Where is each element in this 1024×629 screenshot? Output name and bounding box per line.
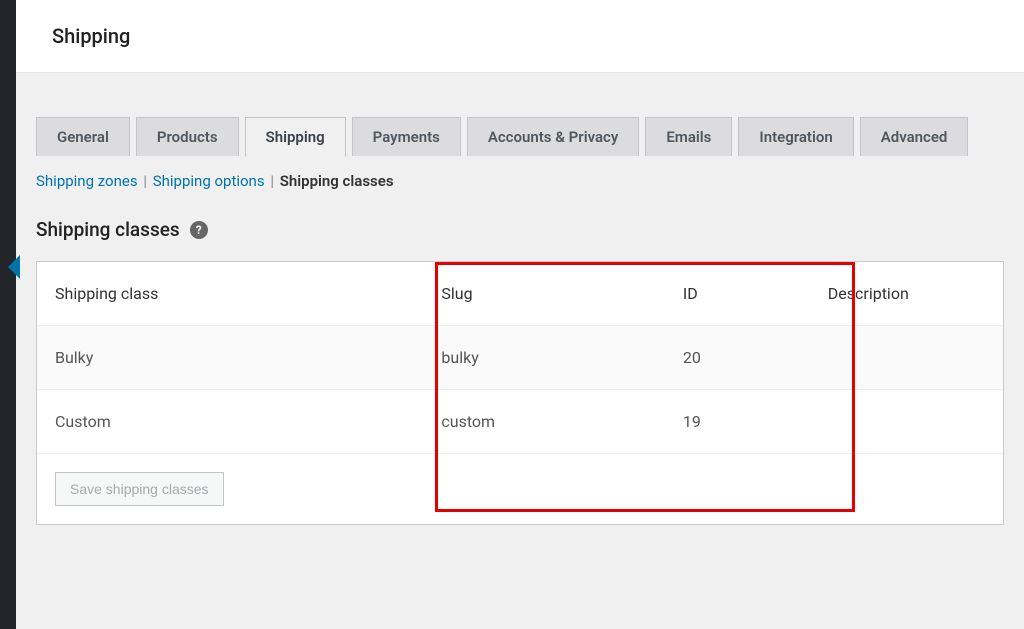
th-slug: Slug	[423, 262, 665, 326]
tab-accounts[interactable]: Accounts & Privacy	[467, 117, 640, 156]
cell-description	[810, 390, 1003, 454]
section-title: Shipping classes	[36, 218, 180, 241]
th-description: Description	[810, 262, 1003, 326]
tab-shipping[interactable]: Shipping	[245, 117, 346, 157]
cell-id: 20	[665, 326, 810, 390]
subtab-zones[interactable]: Shipping zones	[36, 172, 138, 190]
tab-integration[interactable]: Integration	[738, 117, 853, 156]
th-id: ID	[665, 262, 810, 326]
cell-class: Bulky	[37, 326, 423, 390]
cell-description	[810, 326, 1003, 390]
tab-payments[interactable]: Payments	[352, 117, 461, 156]
settings-tabs: General Products Shipping Payments Accou…	[36, 117, 1004, 156]
th-class: Shipping class	[37, 262, 423, 326]
subtab-options[interactable]: Shipping options	[153, 172, 265, 190]
tab-emails[interactable]: Emails	[645, 117, 732, 156]
shipping-classes-panel: Shipping class Slug ID Description Bulky…	[36, 261, 1004, 525]
cell-slug: custom	[423, 390, 665, 454]
table-row[interactable]: Bulky bulky 20	[37, 326, 1003, 390]
save-shipping-classes-button[interactable]: Save shipping classes	[55, 472, 224, 506]
subtab-separator: |	[270, 172, 277, 190]
shipping-classes-table: Shipping class Slug ID Description Bulky…	[37, 262, 1003, 454]
subtab-classes[interactable]: Shipping classes	[280, 172, 394, 190]
page-title: Shipping	[52, 24, 988, 48]
tab-general[interactable]: General	[36, 117, 130, 156]
shipping-subtabs: Shipping zones | Shipping options | Ship…	[36, 172, 1004, 190]
subtab-separator: |	[143, 172, 150, 190]
help-icon[interactable]: ?	[190, 221, 208, 239]
sidebar-active-pointer	[8, 255, 20, 279]
table-header-row: Shipping class Slug ID Description	[37, 262, 1003, 326]
cell-class: Custom	[37, 390, 423, 454]
section-heading: Shipping classes ?	[36, 218, 1004, 241]
cell-id: 19	[665, 390, 810, 454]
table-row[interactable]: Custom custom 19	[37, 390, 1003, 454]
admin-sidebar-stub	[0, 0, 16, 629]
page-header: Shipping	[16, 0, 1024, 73]
tab-advanced[interactable]: Advanced	[860, 117, 969, 156]
tab-products[interactable]: Products	[136, 117, 239, 156]
cell-slug: bulky	[423, 326, 665, 390]
table-footer: Save shipping classes	[37, 454, 1003, 524]
